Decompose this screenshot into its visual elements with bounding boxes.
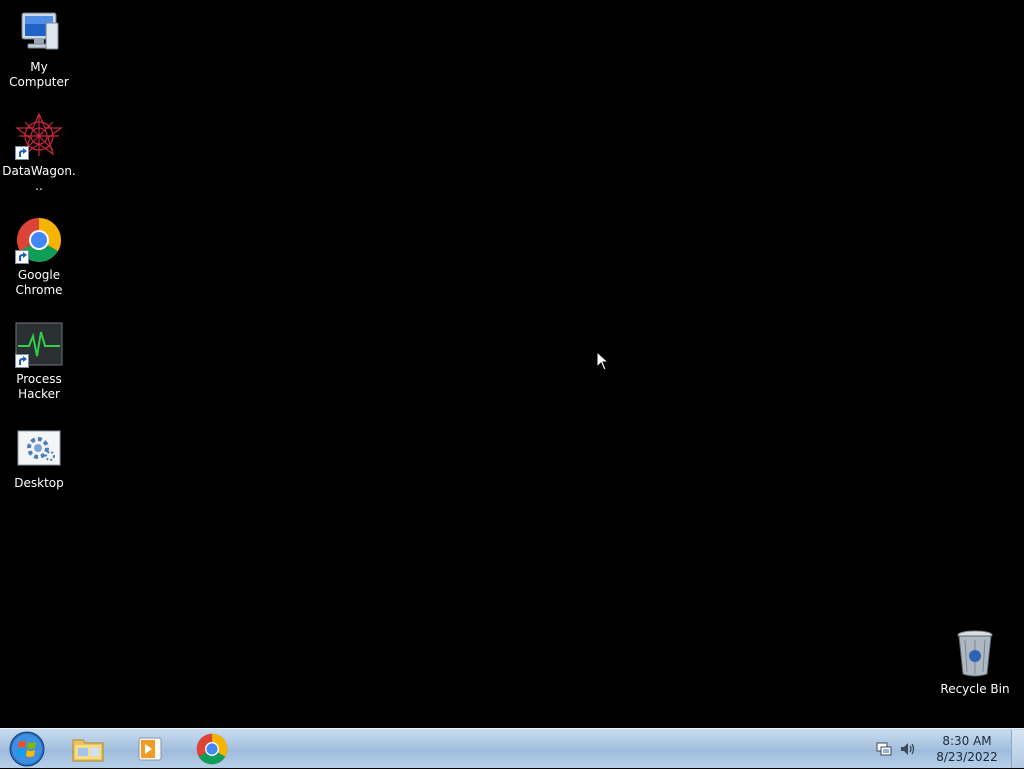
chrome-icon bbox=[196, 733, 228, 765]
desktop-icon-datawagon[interactable]: DataWagon... bbox=[0, 112, 78, 194]
windows-start-icon bbox=[9, 731, 45, 767]
show-desktop-button[interactable] bbox=[1011, 730, 1024, 768]
network-icon[interactable] bbox=[875, 740, 893, 758]
process-hacker-icon bbox=[15, 320, 63, 368]
chrome-icon bbox=[15, 216, 63, 264]
system-tray: 8:30 AM 8/23/2022 bbox=[875, 729, 1024, 769]
desktop-icon-label: Process Hacker bbox=[16, 372, 62, 401]
desktop-icon-google-chrome[interactable]: Google Chrome bbox=[0, 216, 78, 298]
desktop-icon-label: Recycle Bin bbox=[940, 682, 1010, 696]
taskbar-clock[interactable]: 8:30 AM 8/23/2022 bbox=[927, 733, 1007, 765]
shortcut-arrow-icon bbox=[15, 354, 29, 368]
mouse-cursor-icon bbox=[596, 350, 610, 375]
clock-time: 8:30 AM bbox=[942, 734, 992, 748]
volume-icon[interactable] bbox=[899, 740, 917, 758]
desktop-icon-desktop[interactable]: Desktop bbox=[0, 424, 78, 491]
desktop-icon-my-computer[interactable]: My Computer bbox=[0, 8, 78, 90]
start-button[interactable] bbox=[4, 729, 50, 769]
desktop: My Computer DataWagon... Google Chrome P… bbox=[0, 0, 1024, 728]
computer-icon bbox=[15, 8, 63, 56]
recycle-bin-icon bbox=[951, 630, 999, 678]
taskbar-explorer-button[interactable] bbox=[62, 731, 114, 767]
taskbar-media-player-button[interactable] bbox=[124, 731, 176, 767]
shortcut-arrow-icon bbox=[15, 250, 29, 264]
desktop-icon-label: My Computer bbox=[9, 60, 69, 89]
folder-icon bbox=[72, 739, 104, 762]
desktop-icon-label: DataWagon... bbox=[2, 164, 76, 193]
clock-date: 8/23/2022 bbox=[936, 750, 998, 764]
desktop-icon-recycle-bin[interactable]: Recycle Bin bbox=[936, 630, 1014, 697]
desktop-settings-icon bbox=[15, 424, 63, 472]
taskbar: 8:30 AM 8/23/2022 bbox=[0, 728, 1024, 768]
media-player-icon bbox=[138, 737, 162, 761]
taskbar-chrome-button[interactable] bbox=[186, 731, 238, 767]
datawagon-icon bbox=[15, 112, 63, 160]
desktop-icon-label: Desktop bbox=[14, 476, 64, 490]
shortcut-arrow-icon bbox=[15, 146, 29, 160]
desktop-icon-label: Google Chrome bbox=[15, 268, 63, 297]
desktop-icon-process-hacker[interactable]: Process Hacker bbox=[0, 320, 78, 402]
